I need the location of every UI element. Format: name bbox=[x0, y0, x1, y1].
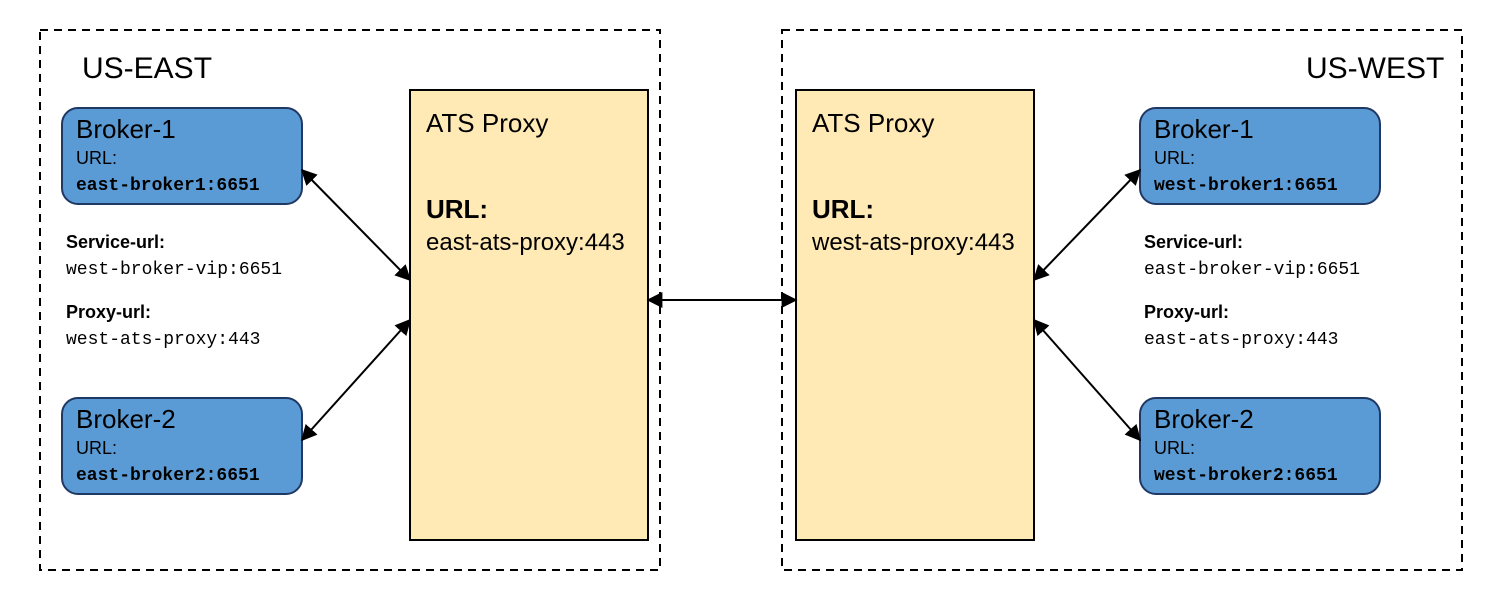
ats-url-value: east-ats-proxy:443 bbox=[426, 229, 625, 256]
broker-2-east: Broker-2 URL: east-broker2:6651 bbox=[62, 398, 302, 494]
ats-box bbox=[410, 90, 648, 540]
broker-name: Broker-2 bbox=[1154, 404, 1254, 434]
arrow-broker1-ats-east bbox=[302, 170, 410, 280]
broker-name: Broker-1 bbox=[1154, 114, 1254, 144]
region-us-east: US-EAST Broker-1 URL: east-broker1:6651 … bbox=[40, 30, 660, 570]
region-us-west: US-WEST ATS Proxy URL: west-ats-proxy:44… bbox=[782, 30, 1462, 570]
proxy-url-label-west: Proxy-url: bbox=[1144, 302, 1229, 322]
region-title-west: US-WEST bbox=[1306, 52, 1444, 85]
ats-box bbox=[796, 90, 1034, 540]
proxy-url-value-west: east-ats-proxy:443 bbox=[1144, 330, 1338, 350]
arrow-broker2-ats-east bbox=[302, 320, 410, 440]
broker-url-value: west-broker2:6651 bbox=[1154, 466, 1338, 486]
ats-title: ATS Proxy bbox=[812, 108, 934, 138]
service-url-label-west: Service-url: bbox=[1144, 232, 1243, 252]
service-url-value-east: west-broker-vip:6651 bbox=[66, 260, 282, 280]
proxy-url-label-east: Proxy-url: bbox=[66, 302, 151, 322]
broker-url-value: east-broker2:6651 bbox=[76, 466, 260, 486]
ats-title: ATS Proxy bbox=[426, 108, 548, 138]
region-title-east: US-EAST bbox=[82, 52, 212, 85]
broker-name: Broker-2 bbox=[76, 404, 176, 434]
ats-proxy-east: ATS Proxy URL: east-ats-proxy:443 bbox=[410, 90, 648, 540]
broker-url-label: URL: bbox=[76, 148, 117, 168]
broker-name: Broker-1 bbox=[76, 114, 176, 144]
broker-url-value: east-broker1:6651 bbox=[76, 176, 260, 196]
ats-url-label: URL: bbox=[812, 194, 874, 224]
service-url-label-east: Service-url: bbox=[66, 232, 165, 252]
broker-1-east: Broker-1 URL: east-broker1:6651 bbox=[62, 108, 302, 204]
proxy-url-value-east: west-ats-proxy:443 bbox=[66, 330, 260, 350]
ats-proxy-west: ATS Proxy URL: west-ats-proxy:443 bbox=[796, 90, 1034, 540]
broker-url-label: URL: bbox=[76, 438, 117, 458]
ats-url-label: URL: bbox=[426, 194, 488, 224]
broker-url-label: URL: bbox=[1154, 148, 1195, 168]
broker-url-label: URL: bbox=[1154, 438, 1195, 458]
ats-url-value: west-ats-proxy:443 bbox=[811, 229, 1015, 256]
arrow-ats-broker1-west bbox=[1034, 170, 1140, 280]
service-url-value-west: east-broker-vip:6651 bbox=[1144, 260, 1360, 280]
arrow-ats-broker2-west bbox=[1034, 320, 1140, 440]
broker-1-west: Broker-1 URL: west-broker1:6651 bbox=[1140, 108, 1380, 204]
broker-2-west: Broker-2 URL: west-broker2:6651 bbox=[1140, 398, 1380, 494]
broker-url-value: west-broker1:6651 bbox=[1154, 176, 1338, 196]
